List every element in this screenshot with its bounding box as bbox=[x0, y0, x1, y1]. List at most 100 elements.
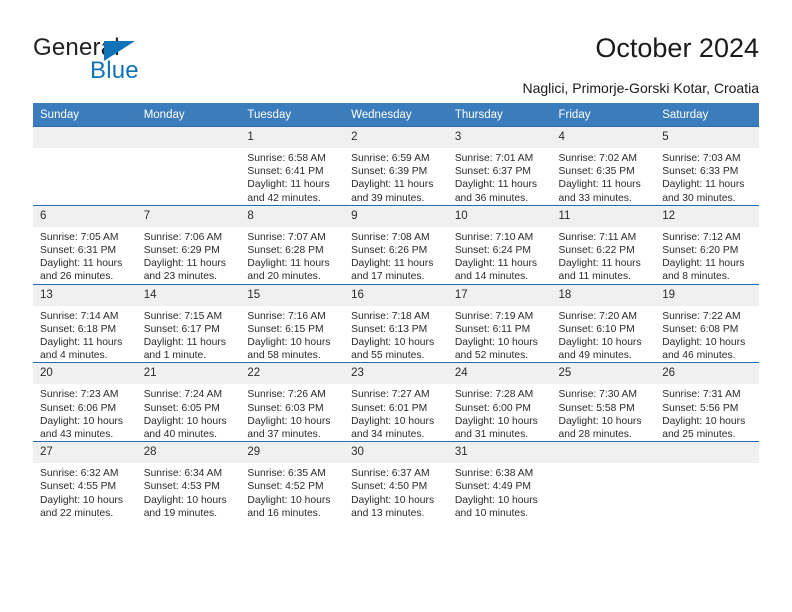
sunset-text: Sunset: 6:10 PM bbox=[558, 323, 635, 335]
calendar-day-cell[interactable]: 16 Sunrise: 7:18 AM Sunset: 6:13 PM Dayligh… bbox=[344, 283, 448, 363]
sunrise-text: Sunrise: 7:02 AM bbox=[558, 153, 637, 164]
daylight-text-line2: and 42 minutes. bbox=[247, 192, 321, 204]
calendar-day-cell[interactable]: 30 Sunrise: 6:37 AM Sunset: 4:50 PM Dayligh… bbox=[344, 441, 448, 521]
day-sun-info: Sunrise: 7:23 AM Sunset: 6:06 PM Daylight:… bbox=[33, 384, 137, 441]
day-sun-info: Sunrise: 7:19 AM Sunset: 6:11 PM Daylight:… bbox=[448, 306, 552, 363]
daylight-text-line1: Daylight: 10 hours bbox=[143, 494, 227, 506]
calendar-day-cell[interactable]: 3 Sunrise: 7:01 AM Sunset: 6:37 PM Daylight… bbox=[447, 126, 552, 206]
sunrise-text: Sunrise: 7:14 AM bbox=[40, 310, 119, 322]
daylight-text-line1: Daylight: 11 hours bbox=[351, 179, 434, 191]
day-number: 3 bbox=[447, 127, 552, 148]
day-sun-info: Sunrise: 7:16 AM Sunset: 6:15 PM Daylight:… bbox=[240, 306, 344, 363]
page-subtitle: Naglici, Primorje-Gorski Kotar, Croatia bbox=[522, 80, 759, 96]
day-number bbox=[551, 442, 656, 464]
day-sun-info: Sunrise: 7:06 AM Sunset: 6:29 PM Daylight:… bbox=[137, 227, 241, 284]
sunrise-text: Sunrise: 7:22 AM bbox=[662, 310, 741, 322]
calendar-day-cell[interactable]: 19 Sunrise: 7:22 AM Sunset: 6:08 PM Dayligh… bbox=[655, 283, 759, 363]
day-number: 29 bbox=[240, 442, 345, 464]
sunset-text: Sunset: 6:22 PM bbox=[558, 245, 635, 257]
daylight-text-line2: and 40 minutes. bbox=[143, 429, 217, 441]
calendar-day-cell[interactable]: 28 Sunrise: 6:34 AM Sunset: 4:53 PM Dayligh… bbox=[136, 441, 241, 521]
day-number: 28 bbox=[136, 442, 241, 464]
calendar-day-cell[interactable]: 29 Sunrise: 6:35 AM Sunset: 4:52 PM Dayligh… bbox=[240, 441, 345, 521]
calendar-day-cell[interactable]: 24 Sunrise: 7:28 AM Sunset: 6:00 PM Dayligh… bbox=[447, 362, 552, 442]
sunrise-text: Sunrise: 7:08 AM bbox=[351, 231, 430, 243]
day-sun-info: Sunrise: 7:11 AM Sunset: 6:22 PM Daylight:… bbox=[552, 227, 656, 284]
daylight-text-line2: and 14 minutes. bbox=[454, 271, 529, 283]
calendar-day-cell[interactable]: 18 Sunrise: 7:20 AM Sunset: 6:10 PM Dayligh… bbox=[551, 283, 656, 363]
calendar-day-cell[interactable]: 10 Sunrise: 7:10 AM Sunset: 6:24 PM Dayligh… bbox=[447, 204, 552, 285]
daylight-text-line1: Daylight: 11 hours bbox=[662, 179, 745, 191]
sunrise-text: Sunrise: 7:16 AM bbox=[247, 310, 326, 322]
calendar-week-row: 20 Sunrise: 7:23 AM Sunset: 6:06 PM Dayligh… bbox=[33, 362, 759, 442]
day-sun-info: Sunrise: 7:20 AM Sunset: 6:10 PM Daylight:… bbox=[552, 306, 656, 363]
daylight-text-line1: Daylight: 10 hours bbox=[247, 494, 331, 506]
day-sun-info: Sunrise: 7:22 AM Sunset: 6:08 PM Daylight:… bbox=[655, 306, 759, 363]
daylight-text-line2: and 22 minutes. bbox=[40, 507, 114, 519]
calendar-day-cell[interactable]: 23 Sunrise: 7:27 AM Sunset: 6:01 PM Dayligh… bbox=[344, 362, 448, 442]
sunrise-text: Sunrise: 6:37 AM bbox=[351, 468, 430, 480]
daylight-text-line1: Daylight: 11 hours bbox=[247, 179, 330, 191]
daylight-text-line1: Daylight: 10 hours bbox=[558, 415, 642, 427]
calendar-day-cell[interactable]: 8 Sunrise: 7:07 AM Sunset: 6:28 PM Daylight… bbox=[240, 204, 345, 285]
daylight-text-line2: and 28 minutes. bbox=[558, 429, 632, 441]
sunrise-text: Sunrise: 6:58 AM bbox=[247, 153, 326, 164]
daylight-text-line2: and 46 minutes. bbox=[662, 350, 736, 362]
sunrise-text: Sunrise: 7:26 AM bbox=[247, 389, 326, 401]
daylight-text-line1: Daylight: 10 hours bbox=[143, 415, 227, 427]
page-title: October 2024 bbox=[595, 33, 759, 63]
calendar-day-cell[interactable]: 6 Sunrise: 7:05 AM Sunset: 6:31 PM Daylight… bbox=[33, 204, 137, 285]
sunrise-text: Sunrise: 7:31 AM bbox=[662, 389, 741, 401]
day-sun-info: Sunrise: 7:01 AM Sunset: 6:37 PM Daylight:… bbox=[448, 148, 552, 205]
sunrise-text: Sunrise: 7:07 AM bbox=[247, 231, 326, 243]
calendar-day-cell[interactable]: 20 Sunrise: 7:23 AM Sunset: 6:06 PM Dayligh… bbox=[33, 362, 137, 442]
sunset-text: Sunset: 6:29 PM bbox=[143, 245, 220, 257]
weekday-header-friday: Friday bbox=[551, 103, 656, 127]
calendar-day-cell[interactable]: 25 Sunrise: 7:30 AM Sunset: 5:58 PM Dayligh… bbox=[551, 362, 656, 442]
daylight-text-line2: and 25 minutes. bbox=[662, 429, 736, 441]
sunset-text: Sunset: 6:15 PM bbox=[247, 323, 324, 335]
daylight-text-line2: and 23 minutes. bbox=[143, 271, 217, 283]
daylight-text-line1: Daylight: 11 hours bbox=[351, 258, 434, 270]
day-sun-info: Sunrise: 6:32 AM Sunset: 4:55 PM Daylight:… bbox=[33, 463, 137, 520]
calendar-day-cell[interactable]: 2 Sunrise: 6:59 AM Sunset: 6:39 PM Daylight… bbox=[344, 126, 448, 206]
calendar-cell-empty bbox=[136, 126, 241, 206]
calendar-day-cell[interactable]: 5 Sunrise: 7:03 AM Sunset: 6:33 PM Daylight… bbox=[655, 126, 759, 206]
calendar-day-cell[interactable]: 17 Sunrise: 7:19 AM Sunset: 6:11 PM Dayligh… bbox=[447, 283, 552, 363]
calendar-day-cell[interactable]: 7 Sunrise: 7:06 AM Sunset: 6:29 PM Daylight… bbox=[136, 204, 241, 285]
day-sun-info: Sunrise: 7:10 AM Sunset: 6:24 PM Daylight:… bbox=[448, 227, 552, 284]
calendar-day-cell[interactable]: 14 Sunrise: 7:15 AM Sunset: 6:17 PM Dayligh… bbox=[136, 283, 241, 363]
sunset-text: Sunset: 6:37 PM bbox=[454, 166, 531, 178]
daylight-text-line2: and 10 minutes. bbox=[454, 507, 529, 519]
generalblue-logo[interactable]: General Blue bbox=[33, 36, 213, 86]
day-number: 20 bbox=[33, 363, 137, 385]
day-number: 23 bbox=[344, 363, 448, 385]
daylight-text-line1: Daylight: 10 hours bbox=[454, 415, 538, 427]
calendar-day-cell[interactable]: 4 Sunrise: 7:02 AM Sunset: 6:35 PM Daylight… bbox=[551, 126, 656, 206]
sunrise-text: Sunrise: 7:12 AM bbox=[662, 231, 741, 243]
calendar-day-cell[interactable]: 13 Sunrise: 7:14 AM Sunset: 6:18 PM Dayligh… bbox=[33, 283, 137, 363]
calendar-day-cell[interactable]: 31 Sunrise: 6:38 AM Sunset: 4:49 PM Dayligh… bbox=[447, 441, 552, 521]
sunrise-text: Sunrise: 7:05 AM bbox=[40, 231, 119, 243]
daylight-text-line1: Daylight: 10 hours bbox=[247, 337, 331, 349]
day-sun-info: Sunrise: 6:58 AM Sunset: 6:41 PM Daylight:… bbox=[240, 148, 344, 205]
sunset-text: Sunset: 6:17 PM bbox=[143, 323, 220, 335]
daylight-text-line1: Daylight: 10 hours bbox=[662, 337, 746, 349]
calendar-day-cell[interactable]: 27 Sunrise: 6:32 AM Sunset: 4:55 PM Dayligh… bbox=[33, 441, 137, 521]
calendar-day-cell[interactable]: 12 Sunrise: 7:12 AM Sunset: 6:20 PM Dayligh… bbox=[655, 204, 759, 285]
calendar-day-cell[interactable]: 1 Sunrise: 6:58 AM Sunset: 6:41 PM Daylight… bbox=[240, 126, 345, 206]
sunset-text: Sunset: 4:50 PM bbox=[351, 481, 428, 493]
calendar-body: 1 Sunrise: 6:58 AM Sunset: 6:41 PM Daylight… bbox=[33, 126, 759, 521]
sunset-text: Sunset: 6:20 PM bbox=[662, 245, 739, 257]
day-number: 27 bbox=[33, 442, 137, 464]
calendar-day-cell[interactable]: 11 Sunrise: 7:11 AM Sunset: 6:22 PM Dayligh… bbox=[551, 204, 656, 285]
day-number bbox=[655, 442, 759, 464]
weekday-header-monday: Monday bbox=[136, 103, 241, 127]
calendar-day-cell[interactable]: 9 Sunrise: 7:08 AM Sunset: 6:26 PM Daylight… bbox=[344, 204, 448, 285]
calendar-day-cell[interactable]: 22 Sunrise: 7:26 AM Sunset: 6:03 PM Dayligh… bbox=[240, 362, 345, 442]
sunset-text: Sunset: 6:06 PM bbox=[40, 402, 117, 414]
calendar-day-cell[interactable]: 15 Sunrise: 7:16 AM Sunset: 6:15 PM Dayligh… bbox=[240, 283, 345, 363]
calendar-day-cell[interactable]: 26 Sunrise: 7:31 AM Sunset: 5:56 PM Dayligh… bbox=[655, 362, 759, 442]
sunset-text: Sunset: 6:01 PM bbox=[351, 402, 428, 414]
calendar-day-cell[interactable]: 21 Sunrise: 7:24 AM Sunset: 6:05 PM Dayligh… bbox=[136, 362, 241, 442]
